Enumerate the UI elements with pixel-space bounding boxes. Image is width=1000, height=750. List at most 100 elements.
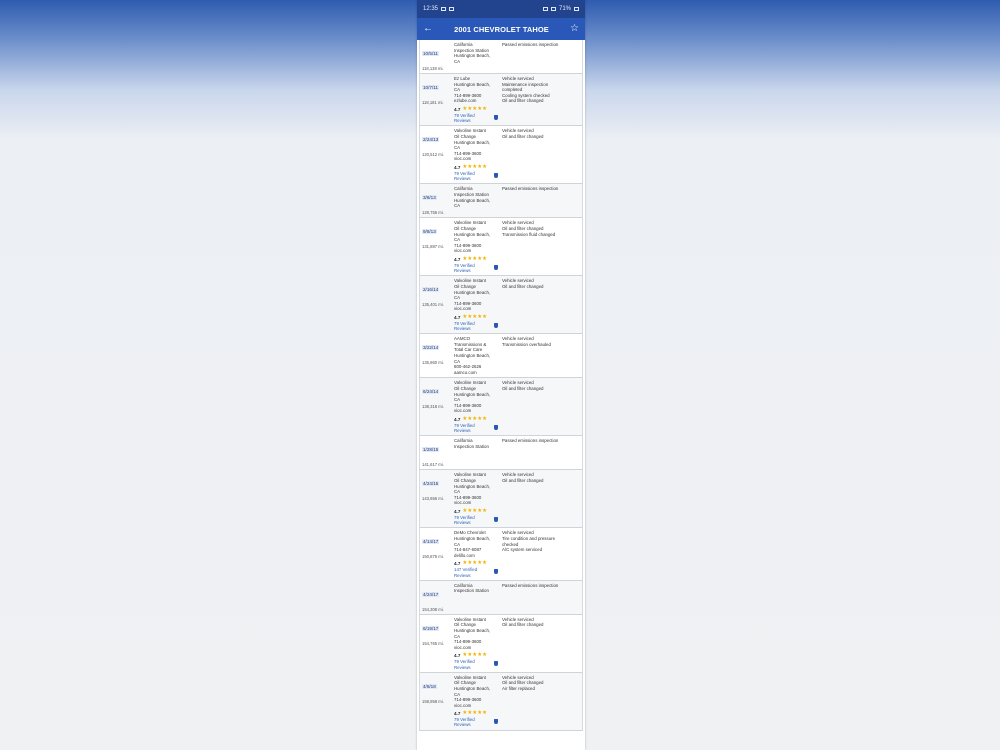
reviews-line: 79 Verified [454, 659, 475, 665]
star-icon: ★ [482, 105, 488, 112]
record-source: California Inspection Station Huntington B… [452, 184, 500, 217]
detail-line: A/C system serviced [502, 547, 543, 553]
service-record-row[interactable]: 1/28/15 141,617 mi. California Inspection S… [419, 436, 583, 471]
service-record-row[interactable]: 6/19/17 154,765 mi. Valvoline Instant Oil C… [419, 614, 583, 673]
record-date-column: 6/24/14 138,318 mi. [420, 378, 452, 435]
source-line: Inspection Station [454, 588, 489, 594]
status-time: 12:35 [423, 6, 439, 12]
verified-shield-icon [494, 172, 498, 178]
service-record-row[interactable]: 4/14/17 150,875 mi. DeMo Chevrolet Huntingt… [419, 528, 583, 581]
shop-rating: 4.7 ★ ★ ★ ★ ★ [454, 652, 498, 659]
star-icon: ★ [482, 313, 488, 320]
shop-rating: 4.7 ★ ★ ★ ★ ★ [454, 711, 498, 717]
detail-line: Oil and filter changed [502, 133, 544, 139]
reviews-text: 79 Verified Reviews [454, 515, 475, 525]
source-line: Inspection Station [454, 444, 489, 449]
record-date-column: 4/24/17 154,308 mi. [420, 581, 452, 614]
detail-line: Oil and filter changed [502, 283, 544, 289]
service-record-row[interactable]: 2/24/13 120,512 mi. Valvoline Instant Oil C… [419, 126, 583, 185]
source-line: vioc.com [454, 702, 472, 708]
detail-line: Transmission fluid changed [502, 231, 556, 237]
battery-icon [574, 7, 579, 11]
shop-rating: 4.7 ★ ★ ★ ★ ★ [454, 561, 498, 567]
star-icon: ★ [482, 652, 488, 659]
record-date-column: 10/5/11 118,138 mi. [420, 40, 452, 73]
record-details: Vehicle serviced Oil and filter changed [500, 378, 582, 435]
rating-score: 4.7 [454, 561, 461, 567]
record-details: Vehicle serviced Oil and filter changed Tr… [500, 218, 582, 275]
record-source: Valvoline Instant Oil Change Huntington Be… [452, 470, 500, 527]
service-record-row[interactable]: 10/7/11 118,181 mi. Ez Lube Huntington Beac… [419, 74, 583, 127]
record-source: DeMo Chevrolet Huntington Beach, CA 714-847… [452, 528, 500, 579]
verified-reviews-link[interactable]: 79 Verified Reviews [454, 321, 498, 331]
star-icon: ★ [482, 255, 488, 262]
record-mileage: 128,756 mi. [422, 210, 444, 216]
rating-score: 4.7 [454, 314, 461, 320]
reviews-text: 79 Verified Reviews [454, 171, 475, 181]
status-bar: 12:35 71% [417, 0, 585, 18]
record-mileage: 118,181 mi. [422, 100, 444, 105]
record-date-column: 9/8/13 131,887 mi. [420, 218, 452, 275]
record-date: 9/8/13 [422, 229, 437, 235]
record-details: Passed emissions inspection [500, 40, 582, 73]
verified-reviews-link[interactable]: 147 Verified Reviews [454, 567, 498, 578]
battery-level: 71% [558, 6, 571, 12]
star-icon: ★ [482, 163, 488, 170]
verified-shield-icon [494, 661, 498, 667]
reviews-text: 79 Verified Reviews [454, 659, 475, 669]
record-mileage: 131,887 mi. [422, 244, 444, 250]
service-record-row[interactable]: 6/24/14 138,318 mi. Valvoline Instant Oil C… [419, 378, 583, 437]
record-date: 3/8/13 [422, 195, 437, 201]
detail-line: Oil and filter changed [502, 622, 544, 628]
source-line: CA [454, 58, 461, 64]
record-mileage: 135,401 mi. [422, 302, 444, 308]
back-arrow-icon[interactable]: ← [423, 24, 433, 34]
reviews-text: 79 Verified Reviews [454, 113, 475, 123]
service-record-row[interactable]: 3/22/14 135,860 mi. AAMCO Transmissions & To… [419, 334, 583, 379]
star-outline-icon[interactable]: ☆ [570, 24, 579, 34]
verified-reviews-link[interactable]: 79 Verified Reviews [454, 515, 498, 525]
shop-rating: 4.7 ★ ★ ★ ★ ★ [454, 105, 498, 112]
detail-line: Passed emissions inspection [502, 582, 559, 588]
reviews-line: Reviews [454, 176, 471, 182]
service-record-row[interactable]: 2/16/14 135,401 mi. Valvoline Instant Oil C… [419, 276, 583, 335]
reviews-line: Reviews [454, 572, 471, 578]
record-mileage: 118,138 mi. [422, 66, 444, 71]
rating-score: 4.7 [454, 508, 461, 514]
detail-line: Passed emissions inspection [502, 186, 559, 192]
service-record-row[interactable]: 4/24/17 154,308 mi. California Inspection S… [419, 580, 583, 615]
verified-reviews-link[interactable]: 79 Verified Reviews [454, 113, 498, 123]
service-record-row[interactable]: 9/8/13 131,887 mi. Valvoline Instant Oil Ch… [419, 218, 583, 277]
service-record-row[interactable]: 4/6/18 158,958 mi. Valvoline Instant Oil Ch… [419, 672, 583, 731]
verified-reviews-link[interactable]: 79 Verified Reviews [454, 659, 498, 670]
verified-reviews-link[interactable]: 79 Verified Reviews [454, 717, 498, 727]
app-bar: ← 2001 CHEVROLET TAHOE ☆ [417, 18, 585, 40]
record-mileage: 158,958 mi. [422, 698, 444, 704]
star-icon: ★ [482, 507, 488, 514]
service-record-row[interactable]: 3/8/13 128,756 mi. California Inspection St… [419, 184, 583, 219]
verified-shield-icon [494, 569, 498, 575]
verified-reviews-link[interactable]: 79 Verified Reviews [454, 263, 498, 273]
detail-line: Passed emissions inspection [502, 438, 559, 444]
verified-reviews-link[interactable]: 79 Verified Reviews [454, 423, 498, 433]
source-line: vioc.com [454, 644, 472, 650]
record-source: Valvoline Instant Oil Change Huntington Be… [452, 615, 500, 672]
record-source: Valvoline Instant Oil Change Huntington Be… [452, 126, 500, 183]
record-date-column: 6/19/17 154,765 mi. [420, 615, 452, 672]
reviews-line: Reviews [454, 520, 471, 526]
reviews-line: Reviews [454, 722, 471, 728]
detail-line: Transmission overhauled [502, 341, 551, 347]
gallery-icon [449, 7, 455, 11]
rating-score: 4.7 [454, 256, 461, 262]
verified-shield-icon [494, 719, 498, 725]
service-record-row[interactable]: 4/24/15 143,656 mi. Valvoline Instant Oil C… [419, 470, 583, 529]
service-history-list: 10/5/11 118,138 mi. California Inspection S… [417, 40, 585, 731]
source-line: CA [454, 203, 461, 209]
record-date-column: 10/7/11 118,181 mi. [420, 74, 452, 125]
verified-reviews-link[interactable]: 79 Verified Reviews [454, 171, 498, 181]
source-line: vioc.com [454, 500, 472, 506]
service-record-row[interactable]: 10/5/11 118,138 mi. California Inspection S… [419, 40, 583, 74]
verified-shield-icon [494, 322, 498, 328]
notification-icon [441, 7, 447, 11]
record-date-column: 2/16/14 135,401 mi. [420, 276, 452, 333]
